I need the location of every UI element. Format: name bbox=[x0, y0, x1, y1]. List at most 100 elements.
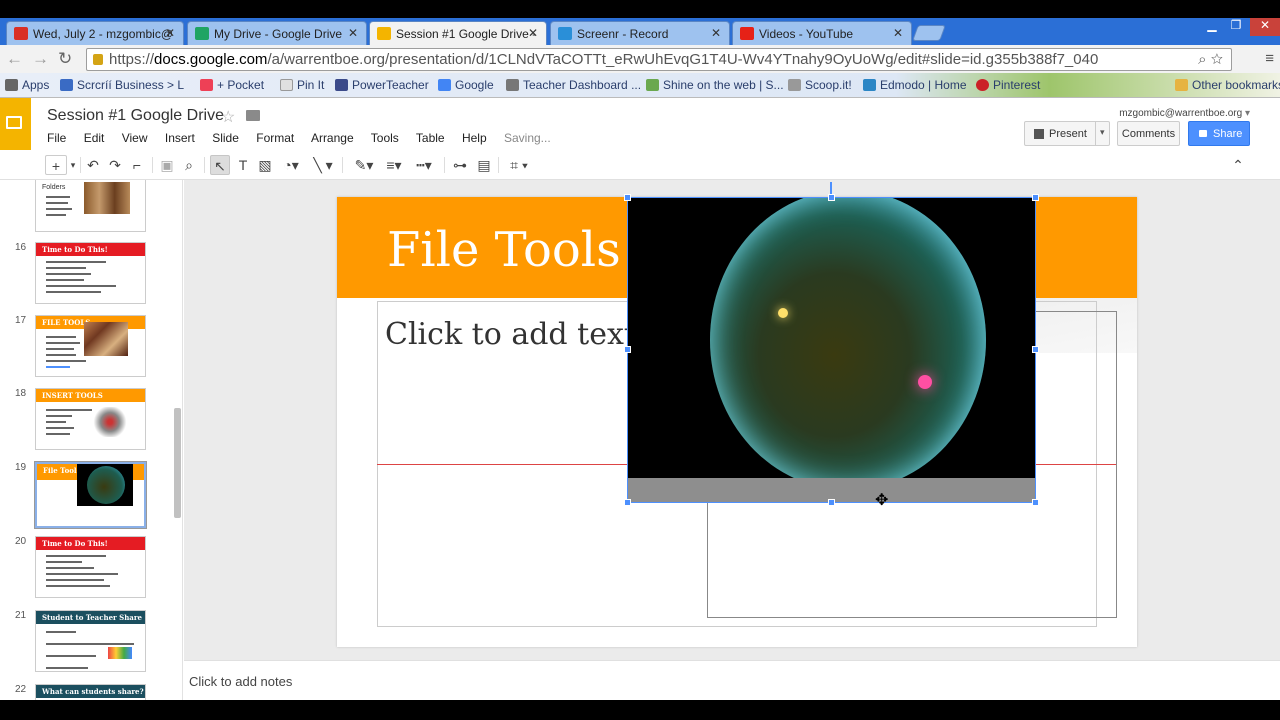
page-icon bbox=[280, 79, 293, 91]
forward-icon[interactable]: → bbox=[32, 49, 49, 69]
line-weight-icon[interactable]: ≡▾ bbox=[380, 155, 408, 175]
bookmark-apps[interactable]: Apps bbox=[5, 78, 49, 92]
new-tab-button[interactable] bbox=[912, 25, 946, 41]
chevron-down-icon[interactable]: ▾ bbox=[67, 155, 79, 175]
slide-title[interactable]: File Tools bbox=[387, 222, 621, 278]
star-icon[interactable]: ☆ bbox=[1211, 51, 1223, 68]
slides-icon bbox=[377, 27, 391, 40]
resize-handle[interactable] bbox=[1032, 346, 1039, 353]
select-icon[interactable]: ↖ bbox=[210, 155, 230, 175]
window-close-icon[interactable]: ✕ bbox=[1250, 18, 1280, 36]
reload-icon[interactable]: ↻ bbox=[58, 49, 72, 69]
slide-thumbnail-18[interactable]: INSERT TOOLS bbox=[35, 388, 146, 450]
close-icon[interactable]: ✕ bbox=[711, 26, 721, 40]
bookmark-edmodo[interactable]: Edmodo | Home bbox=[863, 78, 967, 92]
speaker-notes[interactable]: Click to add notes bbox=[184, 660, 1280, 700]
slide-thumbnail-17[interactable]: FILE TOOLS bbox=[35, 315, 146, 377]
resize-handle[interactable] bbox=[624, 499, 631, 506]
resize-handle[interactable] bbox=[1032, 499, 1039, 506]
minimize-icon[interactable]: ▁ bbox=[1200, 18, 1224, 36]
undo-icon[interactable]: ↶ bbox=[84, 155, 102, 175]
comment-icon[interactable]: ▤ bbox=[474, 155, 494, 175]
bookmark-other[interactable]: Other bookmarks bbox=[1175, 78, 1280, 92]
bookmark-shine[interactable]: Shine on the web | S... bbox=[646, 78, 784, 92]
back-icon[interactable]: ← bbox=[6, 49, 23, 69]
bookmark-powerteacher[interactable]: PowerTeacher bbox=[335, 78, 429, 92]
menu-file[interactable]: File bbox=[47, 131, 66, 145]
resize-handle[interactable] bbox=[1032, 194, 1039, 201]
close-icon[interactable]: ✕ bbox=[528, 26, 538, 40]
close-icon[interactable]: ✕ bbox=[165, 26, 175, 40]
menu-icon[interactable]: ≡ bbox=[1265, 50, 1274, 67]
tab-screenr[interactable]: Screenr - Record ✕ bbox=[550, 21, 730, 45]
bookmark-screenr[interactable]: Scrcríí Business > L bbox=[60, 78, 184, 92]
close-icon[interactable]: ✕ bbox=[348, 26, 358, 40]
menu-slide[interactable]: Slide bbox=[212, 131, 239, 145]
filmstrip-scrollbar[interactable] bbox=[174, 408, 181, 518]
lock-icon bbox=[93, 54, 103, 65]
bookmark-scoopit[interactable]: Scoop.it! bbox=[788, 78, 852, 92]
selected-image[interactable] bbox=[627, 197, 1036, 503]
tab-my-drive[interactable]: My Drive - Google Drive ✕ bbox=[187, 21, 367, 45]
bookmark-google[interactable]: Google bbox=[438, 78, 494, 92]
url-input[interactable]: https://docs.google.com/a/warrentboe.org… bbox=[86, 48, 1232, 71]
thumbnail-image bbox=[84, 322, 128, 356]
present-button[interactable]: Present ▾ bbox=[1024, 121, 1110, 146]
zoom-icon[interactable]: ⌕ bbox=[180, 155, 198, 175]
fit-icon[interactable]: ▣ bbox=[158, 155, 176, 175]
notes-placeholder[interactable]: Click to add notes bbox=[189, 674, 292, 689]
slide-thumbnail-16[interactable]: Time to Do This! bbox=[35, 242, 146, 304]
bookmark-icon bbox=[788, 79, 801, 91]
line-icon[interactable]: ╲ ▾ bbox=[308, 155, 338, 175]
line-dash-icon[interactable]: ┅▾ bbox=[410, 155, 438, 175]
crop-icon[interactable]: ⌗ ▾ bbox=[503, 155, 535, 175]
slide-thumbnail-21[interactable]: Student to Teacher Share bbox=[35, 610, 146, 672]
share-button[interactable]: Share bbox=[1188, 121, 1250, 146]
menu-edit[interactable]: Edit bbox=[84, 131, 105, 145]
slides-logo-icon[interactable] bbox=[0, 98, 31, 150]
redo-icon[interactable]: ↷ bbox=[106, 155, 124, 175]
paint-format-icon[interactable]: ⌐ bbox=[128, 155, 146, 175]
body-placeholder-text[interactable]: Click to add text bbox=[385, 317, 636, 352]
bookmark-teacher-dashboard[interactable]: Teacher Dashboard ... bbox=[506, 78, 641, 92]
slide-thumbnail-20[interactable]: Time to Do This! bbox=[35, 536, 146, 598]
bookmark-pinit[interactable]: Pin It bbox=[280, 78, 324, 92]
shape-icon[interactable]: ◔▾ bbox=[278, 155, 304, 175]
menu-arrange[interactable]: Arrange bbox=[311, 131, 354, 145]
menu-view[interactable]: View bbox=[122, 131, 148, 145]
slide-thumbnail-19[interactable]: File Tools bbox=[34, 461, 147, 529]
slide-thumbnail-15[interactable]: Folders bbox=[35, 180, 146, 232]
collapse-icon[interactable]: ⌃ bbox=[1228, 155, 1248, 175]
tab-gmail[interactable]: Wed, July 2 - mzgombic@ ✕ bbox=[6, 21, 184, 45]
account-menu[interactable]: mzgombic@warrentboe.org ▾ bbox=[1119, 108, 1250, 119]
folder-icon[interactable] bbox=[246, 110, 260, 121]
comments-button[interactable]: Comments bbox=[1117, 121, 1180, 146]
link-icon[interactable]: ⊶ bbox=[450, 155, 470, 175]
menu-tools[interactable]: Tools bbox=[371, 131, 399, 145]
menu-format[interactable]: Format bbox=[256, 131, 294, 145]
slide-thumbnail-22[interactable]: What can students share? bbox=[35, 684, 146, 700]
maximize-icon[interactable]: ❐ bbox=[1224, 18, 1248, 36]
document-title[interactable]: Session #1 Google Drive bbox=[47, 107, 224, 125]
chevron-down-icon[interactable]: ▾ bbox=[1100, 127, 1105, 138]
bottom-black-bar bbox=[0, 700, 1280, 720]
resize-handle[interactable] bbox=[828, 194, 835, 201]
bookmark-pinterest[interactable]: Pinterest bbox=[976, 78, 1040, 92]
tab-youtube[interactable]: Videos - YouTube ✕ bbox=[732, 21, 912, 45]
search-icon[interactable]: ⌕ bbox=[1198, 51, 1206, 68]
menu-insert[interactable]: Insert bbox=[165, 131, 195, 145]
star-icon[interactable]: ☆ bbox=[221, 107, 235, 127]
menu-help[interactable]: Help bbox=[462, 131, 487, 145]
menu-table[interactable]: Table bbox=[416, 131, 445, 145]
resize-handle[interactable] bbox=[624, 194, 631, 201]
line-color-icon[interactable]: ✎▾ bbox=[350, 155, 378, 175]
tab-label: My Drive - Google Drive bbox=[214, 27, 343, 41]
close-icon[interactable]: ✕ bbox=[893, 26, 903, 40]
new-slide-icon[interactable]: + bbox=[45, 155, 67, 175]
textbox-icon[interactable]: T bbox=[233, 155, 253, 175]
tab-session-drive[interactable]: Session #1 Google Drive - ✕ bbox=[369, 21, 547, 46]
bookmark-pocket[interactable]: + Pocket bbox=[200, 78, 264, 92]
image-icon[interactable]: ▧ bbox=[256, 155, 274, 175]
resize-handle[interactable] bbox=[624, 346, 631, 353]
resize-handle[interactable] bbox=[828, 499, 835, 506]
